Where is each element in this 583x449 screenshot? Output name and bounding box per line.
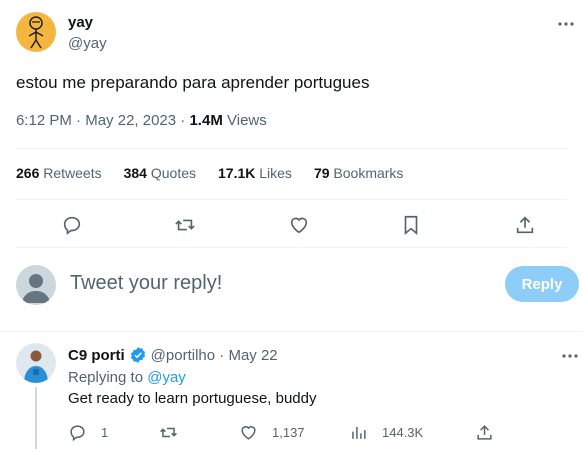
verified-badge-icon <box>129 346 147 364</box>
like-icon <box>241 426 256 440</box>
more-options-icon[interactable] <box>560 346 580 366</box>
reply-icon <box>70 425 85 442</box>
views-count: 144.3K <box>382 425 424 440</box>
retweets-stat[interactable]: 266 Retweets <box>16 165 102 181</box>
tweet-date[interactable]: May 22, 2023 <box>85 112 176 129</box>
meta-separator: · <box>215 346 229 364</box>
retweet-icon <box>160 427 177 438</box>
thread-line <box>35 387 37 449</box>
reply-retweet-action[interactable] <box>159 423 192 442</box>
reply-views-action[interactable]: 144.3K <box>349 423 423 442</box>
author-handle[interactable]: @yay <box>68 35 107 52</box>
reply-like-action[interactable]: 1,137 <box>239 423 305 442</box>
quotes-stat[interactable]: 384 Quotes <box>124 165 196 181</box>
current-user-avatar <box>16 265 56 305</box>
views-count: 1.4M <box>189 112 223 129</box>
replying-to-link[interactable]: @yay <box>147 369 186 386</box>
author-name[interactable]: yay <box>68 14 93 31</box>
divider <box>0 331 583 332</box>
bookmark-icon[interactable] <box>400 214 422 236</box>
divider <box>16 148 567 149</box>
reply-reply-action[interactable]: 1 <box>68 423 108 442</box>
more-options-icon[interactable] <box>556 14 576 34</box>
share-icon <box>477 425 492 440</box>
replying-prefix: Replying to <box>68 369 144 386</box>
likes-stat[interactable]: 17.1K Likes <box>218 165 292 181</box>
tweet-stats: 266 Retweets 384 Quotes 17.1K Likes 79 B… <box>16 165 403 181</box>
retweet-icon[interactable] <box>174 214 196 236</box>
like-count: 1,137 <box>272 425 305 440</box>
like-icon[interactable] <box>288 214 310 236</box>
bookmarks-stat[interactable]: 79 Bookmarks <box>314 165 404 181</box>
reply-author-name[interactable]: C9 porti <box>68 347 125 364</box>
share-icon[interactable] <box>514 214 536 236</box>
divider <box>16 247 567 248</box>
reply-share-action[interactable] <box>475 423 508 442</box>
replying-to: Replying to @yay <box>68 369 186 386</box>
reply-text: Get ready to learn portuguese, buddy <box>68 390 317 407</box>
tweet-time[interactable]: 6:12 PM <box>16 112 72 129</box>
author-avatar[interactable] <box>16 12 56 52</box>
views-label: Views <box>227 112 267 129</box>
reply-input[interactable]: Tweet your reply! <box>70 272 222 295</box>
reply-date[interactable]: May 22 <box>228 347 277 364</box>
meta-separator: · <box>76 112 86 129</box>
reply-button[interactable]: Reply <box>505 266 579 302</box>
reply-header: C9 porti @portilho · May 22 <box>68 346 278 364</box>
reply-author-handle[interactable]: @portilho <box>151 347 215 364</box>
reply-author-avatar[interactable] <box>16 343 56 383</box>
reply-count: 1 <box>101 425 109 440</box>
tweet-text: estou me preparando para aprender portug… <box>16 73 370 92</box>
tweet-meta: 6:12 PM · May 22, 2023 · 1.4M Views <box>16 112 267 129</box>
reply-icon[interactable] <box>61 214 83 236</box>
divider <box>16 199 567 200</box>
views-icon <box>352 426 366 439</box>
